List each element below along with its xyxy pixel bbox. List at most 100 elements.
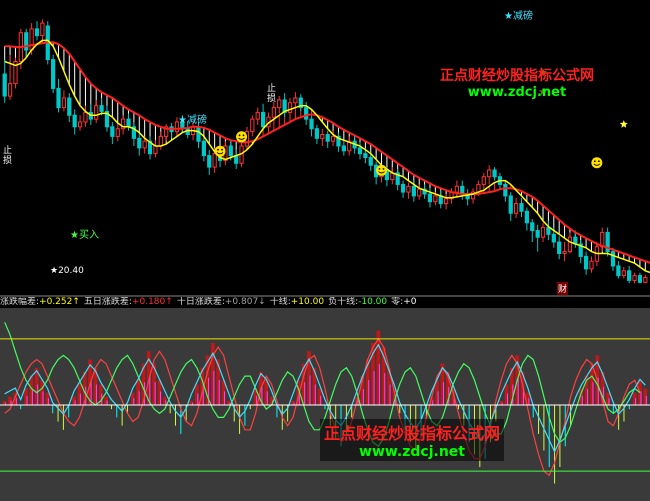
smiley-eye xyxy=(382,168,385,170)
signal-reduce-text-1: 减磅 xyxy=(186,115,207,126)
candle-body xyxy=(277,99,282,109)
indicator-label-4: 负十线: xyxy=(328,297,359,307)
candle-body xyxy=(40,22,45,37)
indicator-value-0: +0.252↑ xyxy=(39,297,80,307)
candle-body xyxy=(589,260,594,270)
candle-body xyxy=(61,97,67,109)
candle-body xyxy=(99,105,104,112)
smiley-eye xyxy=(593,160,596,163)
smiley-face xyxy=(376,164,388,176)
stop-loss-tag-1: 止损 xyxy=(3,146,13,166)
candle-body xyxy=(29,28,34,51)
candle-body xyxy=(530,222,535,231)
candle-body xyxy=(433,195,438,203)
candle-body xyxy=(51,59,56,89)
candle-body xyxy=(487,169,492,178)
candle-body xyxy=(616,265,621,277)
candle-body xyxy=(212,153,217,168)
candle-body xyxy=(643,277,648,283)
smiley-face xyxy=(591,157,603,169)
low-price-label: ★20.40 xyxy=(50,266,84,276)
candle-body xyxy=(503,183,508,197)
candle-body xyxy=(454,185,460,193)
candle-body xyxy=(481,176,486,185)
smiley-eye xyxy=(217,148,219,151)
candle-body xyxy=(492,169,497,178)
signal-reduce-text-2: 减磅 xyxy=(512,11,533,22)
candle-body xyxy=(583,255,589,270)
candle-body xyxy=(255,111,260,120)
indicator-value-4: -10.00 xyxy=(358,297,388,307)
candle-body xyxy=(363,153,368,159)
indicator-label-0: 涨跌幅差: xyxy=(0,297,40,307)
candle-body xyxy=(304,107,309,120)
indicator-value-3: +10.00 xyxy=(290,297,325,307)
candle-body xyxy=(142,140,147,149)
candle-body xyxy=(110,126,115,137)
candle-body xyxy=(115,128,120,137)
candle-body xyxy=(56,87,61,109)
indicator-label-2: 十日涨跌差: xyxy=(176,297,225,307)
candle-body xyxy=(540,227,546,238)
candle-body xyxy=(562,251,567,255)
candle-body xyxy=(513,203,519,214)
indicator-label-5: 零: xyxy=(391,297,404,307)
candle-body xyxy=(330,135,336,142)
indicator-value-1: +0.180↑ xyxy=(131,297,173,307)
candle-body xyxy=(83,111,88,123)
candle-body xyxy=(77,121,83,128)
watermark-top-title: 正点财经炒股指标公式网 xyxy=(440,68,594,84)
candle-body xyxy=(72,114,77,128)
candle-body xyxy=(153,145,158,155)
signal-reduce-label-2: ★减磅 xyxy=(504,11,533,22)
smiley-eye xyxy=(238,134,241,137)
candle-body xyxy=(67,97,72,116)
candle-body xyxy=(126,118,131,128)
candle-body xyxy=(368,157,373,166)
finance-tag[interactable]: 财 xyxy=(557,282,569,295)
signal-reduce-label-1: ★减磅 xyxy=(178,115,207,126)
candle-body xyxy=(406,185,411,193)
indicator-label-3: 十线: xyxy=(269,297,291,307)
signal-buy-text: 买入 xyxy=(78,230,99,241)
candle-body xyxy=(201,140,206,157)
smiley-eye xyxy=(378,168,381,170)
stop-loss-tag-2: 止损 xyxy=(267,84,277,104)
candle-body xyxy=(508,195,513,214)
indicator-label-1: 五日涨跌差: xyxy=(83,297,132,307)
candle-body xyxy=(287,102,293,113)
candle-body xyxy=(411,185,416,197)
candle-body xyxy=(293,97,298,104)
indicator-value-2: +0.807↓ xyxy=(224,297,266,307)
candle-body xyxy=(632,275,637,281)
low-price-value: 20.40 xyxy=(58,266,84,276)
oscillator-panel[interactable] xyxy=(0,308,650,501)
candle-body xyxy=(158,135,163,147)
candle-body xyxy=(228,145,233,157)
candle-body xyxy=(519,203,524,212)
candle-body xyxy=(196,126,201,142)
candle-body xyxy=(427,193,433,203)
candle-body xyxy=(2,73,7,97)
candle-body xyxy=(34,28,40,37)
candle-body xyxy=(567,236,573,253)
candle-body xyxy=(557,241,562,255)
candle-body xyxy=(551,233,556,243)
watermark-bottom-url: www.zdcj.net xyxy=(359,444,465,460)
smiley-eye xyxy=(597,160,600,163)
smiley-eye xyxy=(242,134,245,137)
candle-body xyxy=(137,137,142,149)
indicator-readout-bar: 涨跌幅差:+0.252↑ 五日涨跌差:+0.180↑ 十日涨跌差:+0.807↓ 十线… xyxy=(0,297,650,308)
candle-body xyxy=(309,118,314,130)
candle-body xyxy=(400,183,406,193)
candle-body xyxy=(314,128,320,139)
candle-body xyxy=(24,32,29,51)
indicator-value-5: +0 xyxy=(403,297,417,307)
candle-body xyxy=(207,155,212,168)
candle-body xyxy=(320,133,325,139)
watermark-bottom: 正点财经炒股指标公式网 www.zdcj.net xyxy=(320,419,505,461)
signal-buy-label: ★买入 xyxy=(70,230,99,241)
watermark-top-url: www.zdcj.net xyxy=(467,85,567,100)
candle-body xyxy=(417,188,422,197)
candle-body xyxy=(637,275,643,283)
